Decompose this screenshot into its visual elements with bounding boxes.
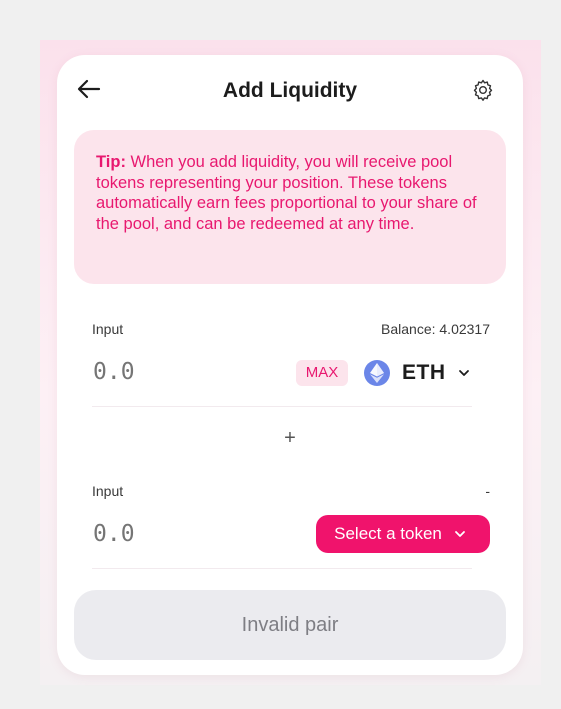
tip-label: Tip: <box>96 153 126 171</box>
tip-box: Tip: When you add liquidity, you will re… <box>74 130 506 284</box>
add-liquidity-card: Add Liquidity Tip: When you add liquidit… <box>57 55 523 675</box>
input-panel-a: Input Balance: 4.02317 MAX ETH <box>92 319 490 407</box>
gear-icon <box>473 79 493 101</box>
max-button[interactable]: MAX <box>296 360 348 386</box>
plus-separator: + <box>284 427 296 449</box>
panel-divider <box>92 406 472 407</box>
settings-button[interactable] <box>471 78 495 102</box>
input-label: Input <box>92 483 124 499</box>
amount-input-a[interactable] <box>93 359 213 385</box>
balance-text: - <box>485 483 490 499</box>
amount-input-b[interactable] <box>93 521 213 547</box>
token-select-eth[interactable]: ETH <box>364 357 470 389</box>
select-token-button[interactable]: Select a token <box>316 515 490 553</box>
token-symbol: ETH <box>402 361 446 384</box>
panel-divider <box>92 568 472 569</box>
page-title: Add Liquidity <box>222 79 358 102</box>
balance-text: Balance: 4.02317 <box>381 321 490 337</box>
input-label: Input <box>92 321 124 337</box>
input-panel-b: Input - Select a token <box>92 481 490 569</box>
select-token-label: Select a token <box>334 524 442 543</box>
card-header: Add Liquidity <box>57 55 523 129</box>
submit-button[interactable]: Invalid pair <box>74 590 506 660</box>
tip-text: When you add liquidity, you will receive… <box>96 153 477 233</box>
ethereum-icon <box>364 360 390 386</box>
chevron-down-icon <box>458 370 469 376</box>
chevron-down-icon <box>454 531 465 537</box>
